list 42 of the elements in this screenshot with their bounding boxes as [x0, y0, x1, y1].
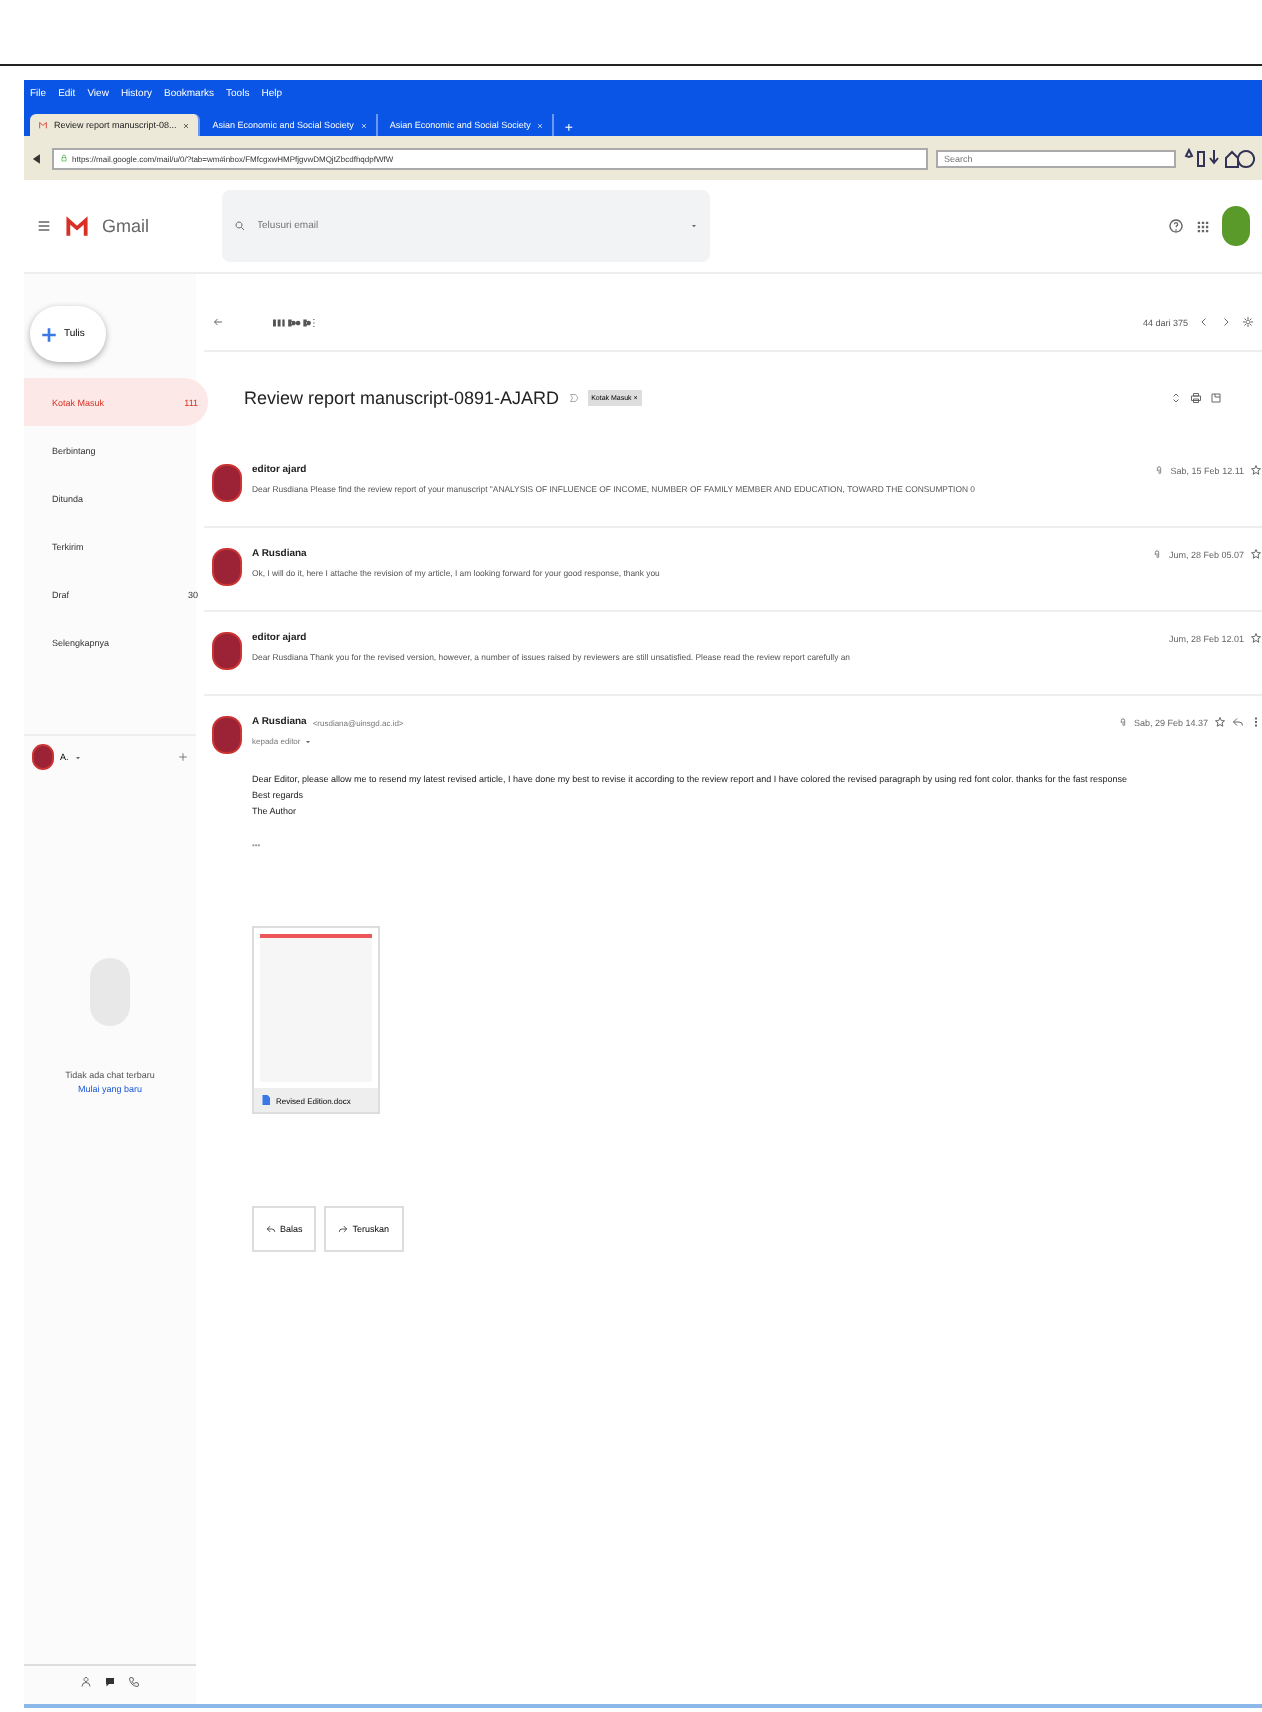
paperclip-icon	[1152, 549, 1163, 559]
avatar	[212, 464, 242, 502]
paperclip-icon	[1117, 717, 1128, 727]
star-icon[interactable]	[1250, 632, 1262, 644]
help-icon[interactable]	[1168, 218, 1184, 234]
back-arrow-icon[interactable]	[212, 316, 224, 328]
avatar	[212, 548, 242, 586]
phone-icon[interactable]	[128, 1676, 140, 1688]
mail-icon	[38, 120, 48, 130]
next-icon[interactable]	[1220, 316, 1232, 328]
chat-icon[interactable]	[104, 1676, 116, 1688]
more-icon[interactable]	[1250, 716, 1262, 728]
menu-icon[interactable]	[36, 218, 52, 234]
back-icon[interactable]	[30, 151, 44, 165]
expand-icon[interactable]	[1170, 392, 1182, 404]
reply-icon	[266, 1224, 276, 1234]
email-subject: Review report manuscript-0891-AJARD	[244, 388, 560, 408]
avatar	[32, 744, 54, 770]
star-icon[interactable]	[1250, 464, 1262, 476]
previous-icon[interactable]	[1198, 316, 1210, 328]
document-icon	[260, 1094, 272, 1106]
paperclip-icon	[1154, 465, 1165, 475]
toolbar-icons-drawing	[1184, 148, 1256, 168]
account-avatar[interactable]	[1222, 206, 1250, 246]
search-icon	[233, 220, 246, 232]
gmail-logo-text: Gmail	[102, 216, 150, 236]
star-icon[interactable]	[1250, 548, 1262, 560]
star-icon[interactable]	[1214, 716, 1226, 728]
settings-icon[interactable]	[1242, 316, 1254, 328]
avatar	[212, 716, 242, 754]
print-icon[interactable]	[1190, 392, 1202, 404]
apps-grid-icon[interactable]	[1196, 219, 1210, 233]
importance-icon	[567, 392, 580, 404]
person-icon[interactable]	[80, 1676, 92, 1688]
add-icon[interactable]	[178, 752, 188, 762]
avatar	[212, 632, 242, 670]
forward-icon	[338, 1224, 349, 1234]
plus-icon	[40, 325, 58, 343]
new-window-icon[interactable]	[1210, 392, 1222, 404]
reply-icon[interactable]	[1232, 716, 1244, 728]
lock-icon	[60, 154, 68, 162]
mail-logo-icon	[64, 213, 90, 239]
